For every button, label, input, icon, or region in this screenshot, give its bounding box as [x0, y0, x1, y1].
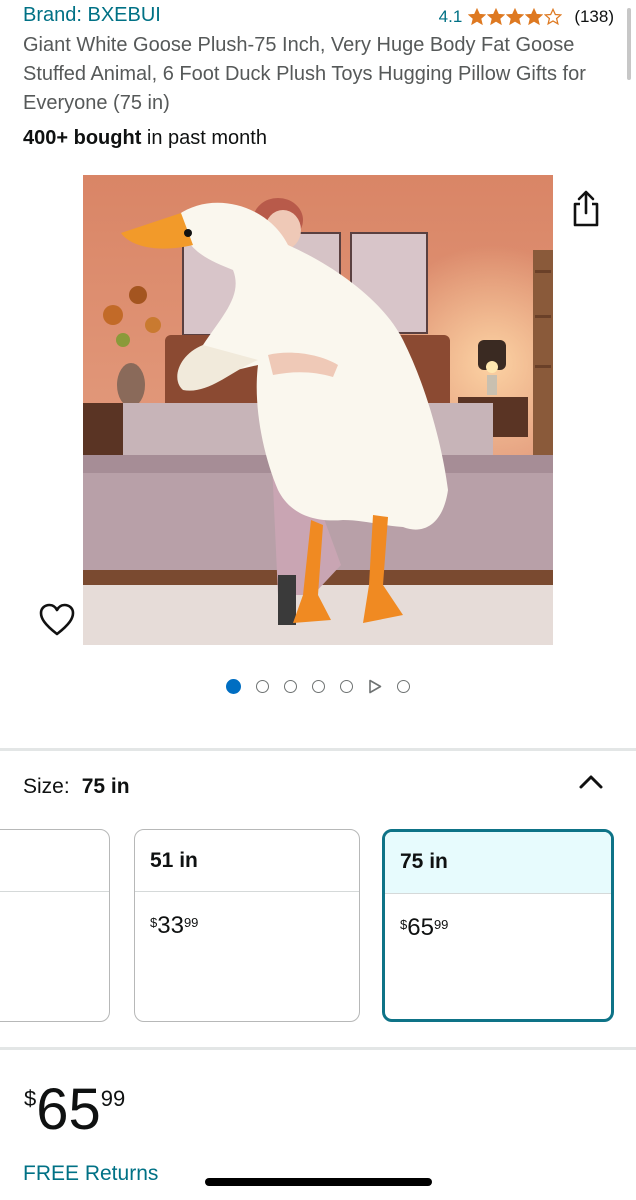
size-option-price: $6599	[385, 894, 611, 942]
carousel-dot[interactable]	[340, 680, 353, 693]
bought-count-bold: 400+ bought	[23, 127, 142, 149]
product-title: Giant White Goose Plush-75 Inch, Very Hu…	[23, 34, 586, 114]
price-fraction: 99	[100, 1086, 126, 1111]
carousel-dot[interactable]	[397, 680, 410, 693]
carousel-dot[interactable]	[312, 680, 325, 693]
size-option-label: 51 in	[135, 830, 359, 892]
size-option-price: $3399	[135, 892, 359, 940]
rating-summary[interactable]: 4.1 (138)	[439, 7, 614, 27]
price-cents: 99	[183, 915, 199, 930]
carousel-dot[interactable]	[256, 680, 269, 693]
price-symbol: $	[24, 1086, 37, 1111]
size-option-label: 75 in	[385, 832, 611, 894]
price-symbol: $	[400, 917, 408, 932]
size-option-label	[0, 830, 109, 892]
star-rating	[468, 8, 563, 26]
size-selector-header: Size: 75 in	[23, 775, 130, 799]
bought-count: 400+ bought in past month	[23, 127, 267, 150]
share-icon[interactable]	[568, 189, 604, 229]
brand-link[interactable]: Brand: BXEBUI	[23, 4, 161, 27]
divider	[0, 748, 636, 751]
divider	[0, 1047, 636, 1050]
star-icon	[544, 8, 563, 26]
size-option-price	[0, 892, 109, 912]
rating-count[interactable]: (138)	[574, 7, 614, 27]
size-option-75in-selected[interactable]: 75 in $6599	[382, 829, 614, 1022]
star-icon	[468, 8, 487, 26]
carousel-dot-active[interactable]	[226, 679, 241, 694]
home-indicator[interactable]	[205, 1178, 432, 1186]
product-image[interactable]	[83, 175, 553, 645]
size-value: 75 in	[81, 775, 130, 798]
star-icon	[525, 8, 544, 26]
size-option-51in[interactable]: 51 in $3399	[134, 829, 360, 1022]
main-price: $65 99	[24, 1080, 125, 1140]
price-cents: 99	[433, 917, 449, 932]
price-dollars: 33	[157, 912, 184, 939]
free-returns-link[interactable]: FREE Returns	[23, 1162, 158, 1186]
play-icon[interactable]	[368, 679, 382, 694]
size-option-card[interactable]	[0, 829, 110, 1022]
chevron-up-icon[interactable]	[576, 770, 606, 794]
bought-count-rest: in past month	[141, 127, 267, 149]
price-whole: 65	[36, 1077, 101, 1142]
scrollbar[interactable]	[627, 8, 631, 80]
star-icon	[487, 8, 506, 26]
image-carousel-dots[interactable]	[0, 679, 636, 694]
goose-plush-photo	[83, 175, 553, 645]
rating-value: 4.1	[438, 7, 463, 26]
heart-icon[interactable]	[38, 602, 76, 638]
price-symbol: $	[150, 915, 158, 930]
star-icon	[506, 8, 525, 26]
size-label: Size:	[23, 775, 70, 798]
carousel-dot[interactable]	[284, 680, 297, 693]
price-dollars: 65	[407, 914, 434, 941]
